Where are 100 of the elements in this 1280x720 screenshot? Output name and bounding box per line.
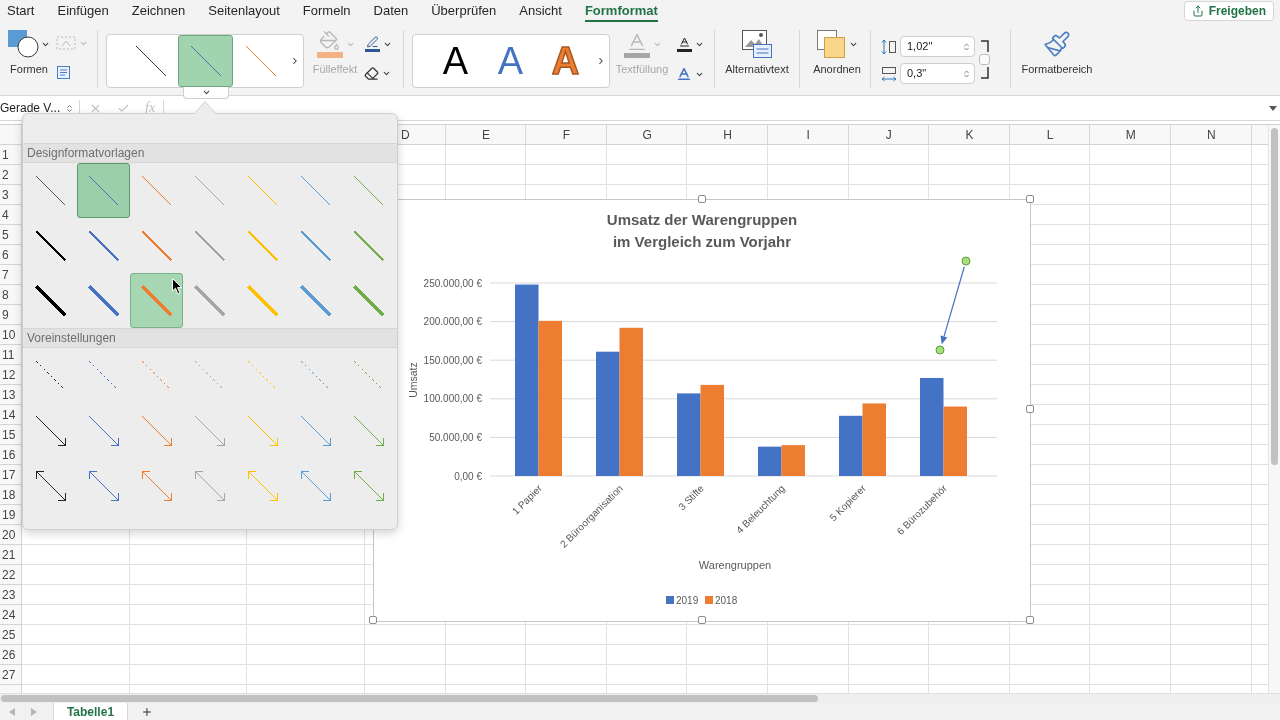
- height-field[interactable]: 1,02": [900, 36, 975, 57]
- plus-icon[interactable]: [141, 705, 153, 718]
- row-header[interactable]: 24: [2, 609, 16, 621]
- fill-color-icon: [315, 30, 344, 58]
- resize-handle[interactable]: [698, 195, 706, 203]
- text-effects-button[interactable]: [676, 66, 704, 82]
- ribbon-tab[interactable]: Überprüfen: [431, 0, 497, 22]
- resize-handle[interactable]: [369, 616, 377, 624]
- overlapping-squares-icon: [816, 30, 847, 58]
- row-header[interactable]: 5: [2, 229, 9, 241]
- row-header[interactable]: 17: [2, 469, 16, 481]
- caret-icon: [382, 69, 391, 78]
- axis-title: Umsatz: [406, 362, 419, 398]
- arrow-line[interactable]: [940, 266, 965, 345]
- row-header[interactable]: 16: [2, 449, 16, 461]
- row-header[interactable]: 4: [2, 209, 9, 221]
- resize-handle[interactable]: [698, 616, 706, 624]
- expand-gallery-button[interactable]: [183, 87, 229, 99]
- row-header[interactable]: 18: [2, 489, 16, 501]
- share-button[interactable]: Freigeben: [1183, 1, 1274, 21]
- column-header[interactable]: D: [400, 128, 410, 141]
- row-header[interactable]: 25: [2, 629, 16, 641]
- resize-handle[interactable]: [1026, 195, 1034, 203]
- vertical-scrollbar[interactable]: [1268, 125, 1280, 693]
- resize-handle[interactable]: [961, 256, 971, 266]
- column-header[interactable]: F: [562, 128, 571, 141]
- shapes-icon: [8, 30, 39, 58]
- ribbon-tab[interactable]: Zeichnen: [131, 0, 186, 22]
- wordart-style-option[interactable]: A: [428, 36, 483, 86]
- format-pane-button[interactable]: Formatbereich: [1021, 30, 1093, 78]
- axis-tick-label: 150.000,00 €: [423, 354, 482, 366]
- row-header[interactable]: 8: [2, 289, 9, 301]
- row-header[interactable]: 27: [2, 669, 16, 681]
- row-header[interactable]: 2: [2, 169, 9, 181]
- legend-label: 2019: [676, 595, 699, 606]
- column-header[interactable]: L: [1046, 128, 1054, 141]
- width-field[interactable]: 0,3": [900, 63, 975, 84]
- row-header[interactable]: 13: [2, 389, 16, 401]
- row-header[interactable]: 26: [2, 649, 16, 661]
- axis-tick-label: 0,00 €: [454, 470, 482, 482]
- row-header[interactable]: 1: [2, 149, 9, 161]
- column-header[interactable]: H: [723, 128, 732, 141]
- wordart-style-option[interactable]: A: [483, 36, 538, 86]
- lock-aspect-checkbox[interactable]: [979, 54, 990, 65]
- ribbon-tab[interactable]: Start: [7, 0, 35, 22]
- shapes-button[interactable]: Formen: [6, 30, 52, 78]
- dropdown-caret-icon[interactable]: [1269, 105, 1277, 111]
- resize-handle[interactable]: [935, 345, 945, 355]
- legend-label: 2018: [715, 595, 738, 606]
- row-header[interactable]: 15: [2, 429, 16, 441]
- row-header[interactable]: 21: [2, 549, 16, 561]
- outline-color-button[interactable]: [364, 36, 392, 52]
- sheet-tab[interactable]: Tabelle1: [53, 703, 128, 720]
- column-header[interactable]: N: [1206, 128, 1216, 141]
- row-header[interactable]: 20: [2, 529, 16, 541]
- row-header[interactable]: 7: [2, 269, 9, 281]
- column-header[interactable]: M: [1125, 128, 1136, 141]
- row-header[interactable]: 14: [2, 409, 16, 421]
- ribbon-tab[interactable]: Ansicht: [519, 0, 562, 22]
- section-header: Voreinstellungen: [23, 328, 397, 348]
- ribbon-tab[interactable]: Seitenlayout: [208, 0, 280, 22]
- arrange-button[interactable]: Anordnen: [813, 30, 861, 78]
- resize-handle[interactable]: [1026, 616, 1034, 624]
- row-header[interactable]: 6: [2, 249, 9, 261]
- previous-sheet-icon[interactable]: [9, 707, 15, 716]
- scrollbar-thumb[interactable]: [1, 695, 818, 702]
- horizontal-scrollbar[interactable]: [0, 693, 1280, 703]
- row-header[interactable]: 11: [2, 349, 15, 361]
- chevron-right-icon[interactable]: [596, 56, 606, 66]
- column-header[interactable]: K: [965, 128, 974, 141]
- shape-style-option[interactable]: [178, 35, 233, 87]
- column-header[interactable]: I: [806, 128, 810, 141]
- column-header[interactable]: E: [481, 128, 490, 141]
- column-header[interactable]: J: [885, 128, 892, 141]
- text-effects-icon: [676, 66, 692, 82]
- row-header[interactable]: 23: [2, 589, 16, 601]
- row-header[interactable]: 19: [2, 509, 16, 521]
- chevron-right-icon[interactable]: [290, 56, 300, 66]
- bracket-icon: [980, 40, 989, 52]
- row-header[interactable]: 10: [2, 329, 16, 341]
- column-header[interactable]: G: [642, 128, 652, 141]
- next-sheet-icon[interactable]: [31, 707, 37, 716]
- name-box[interactable]: Gerade V...: [0, 96, 76, 120]
- text-outline-button[interactable]: [676, 36, 704, 52]
- stepper-icon[interactable]: [962, 40, 971, 53]
- row-header[interactable]: 12: [2, 369, 16, 381]
- ribbon-tab[interactable]: Daten: [373, 0, 409, 22]
- resize-handle[interactable]: [1026, 405, 1034, 413]
- stepper-icon[interactable]: [962, 67, 971, 80]
- bracket-icon: [980, 67, 989, 79]
- alt-text-button[interactable]: Alternativtext: [725, 30, 789, 78]
- dashed-shape-icon: [56, 36, 76, 50]
- row-header[interactable]: 3: [2, 189, 9, 201]
- row-header[interactable]: 22: [2, 569, 16, 581]
- axis-tick-label: 200.000,00 €: [423, 316, 482, 328]
- ribbon-tab[interactable]: Formeln: [302, 0, 351, 22]
- ribbon-tab[interactable]: Einfügen: [57, 0, 109, 22]
- row-header[interactable]: 9: [2, 309, 9, 321]
- shape-effects-button[interactable]: [364, 66, 392, 81]
- scrollbar-thumb[interactable]: [1271, 128, 1278, 465]
